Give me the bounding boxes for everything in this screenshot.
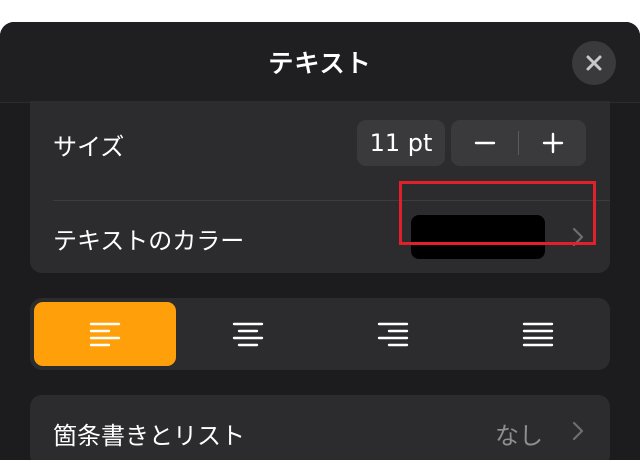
text-color-label: テキストのカラー bbox=[53, 227, 245, 255]
align-center-icon bbox=[232, 322, 263, 347]
increase-size-button[interactable] bbox=[519, 120, 586, 166]
align-justify-icon bbox=[522, 322, 553, 347]
decrease-size-button[interactable] bbox=[451, 120, 518, 166]
sheet-header: テキスト bbox=[0, 22, 640, 103]
bullets-lists-row[interactable]: 箇条書きとリスト なし bbox=[30, 395, 610, 460]
size-stepper bbox=[451, 120, 586, 166]
align-center-button[interactable] bbox=[175, 298, 320, 370]
align-justify-button[interactable] bbox=[465, 298, 610, 370]
align-right-icon bbox=[377, 322, 408, 347]
size-label: サイズ bbox=[53, 133, 125, 161]
align-left-icon bbox=[89, 322, 121, 347]
bullets-lists-label: 箇条書きとリスト bbox=[53, 422, 245, 450]
alignment-control bbox=[30, 298, 610, 370]
highlight-box bbox=[399, 181, 596, 245]
align-right-button[interactable] bbox=[320, 298, 465, 370]
bullets-lists-value: なし bbox=[495, 422, 543, 450]
size-value: 11 pt bbox=[369, 129, 433, 157]
minus-icon bbox=[474, 141, 495, 145]
plus-icon bbox=[542, 132, 563, 154]
close-button[interactable] bbox=[572, 41, 616, 85]
xmark-icon bbox=[586, 55, 602, 71]
align-left-button[interactable] bbox=[34, 302, 176, 366]
size-value-field[interactable]: 11 pt bbox=[357, 120, 445, 166]
sheet-title: テキスト bbox=[268, 49, 372, 78]
chevron-right-icon bbox=[572, 421, 584, 441]
